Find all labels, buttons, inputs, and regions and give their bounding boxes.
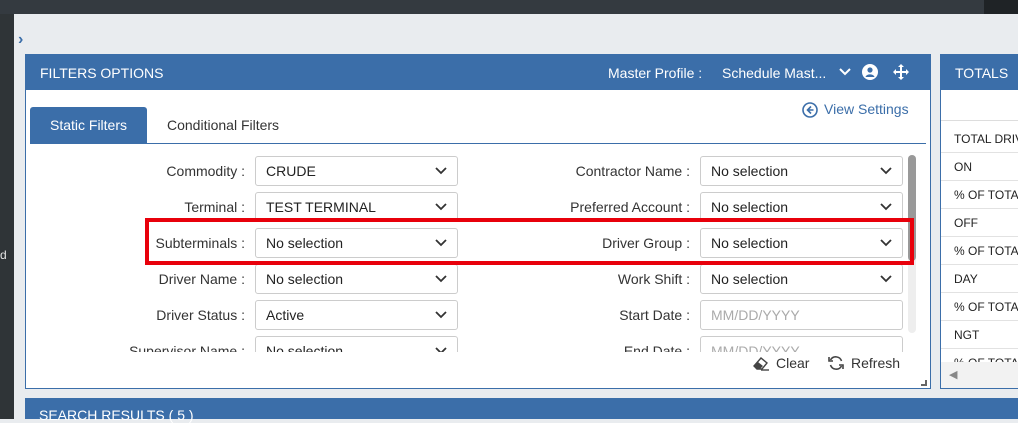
work-shift-label: Work Shift : xyxy=(617,271,690,287)
scroll-left-icon[interactable]: ◀ xyxy=(949,368,957,381)
end-date-input[interactable]: MM/DD/YYYY xyxy=(700,336,903,352)
search-results-title: SEARCH RESULTS ( 5 ) xyxy=(39,407,194,423)
chevron-down-icon xyxy=(435,311,447,319)
clear-label: Clear xyxy=(776,355,810,371)
top-bar xyxy=(0,0,1018,14)
end-date-label: End Date : xyxy=(623,343,690,352)
top-bar-right xyxy=(984,0,1018,14)
start-date-input[interactable]: MM/DD/YYYY xyxy=(700,300,903,330)
totals-row: % OF TOTAL xyxy=(941,237,1018,265)
master-profile-label: Master Profile : xyxy=(608,65,703,81)
chevron-down-icon xyxy=(880,167,892,175)
resize-handle-icon[interactable] xyxy=(921,380,927,386)
filters-panel-title: FILTERS OPTIONS xyxy=(40,65,164,81)
search-results-header[interactable]: SEARCH RESULTS ( 5 ) xyxy=(25,398,1018,423)
left-sidebar-strip: d xyxy=(0,14,14,419)
chevron-down-icon xyxy=(435,167,447,175)
view-settings-label: View Settings xyxy=(824,101,909,117)
chevron-down-icon xyxy=(435,347,447,352)
totals-row: % OF TOTAL xyxy=(941,293,1018,321)
contractor-name-select[interactable]: No selection xyxy=(700,156,903,186)
supervisor-name-label: Supervisor Name : xyxy=(129,343,245,352)
chevron-down-icon xyxy=(880,203,892,211)
refresh-label: Refresh xyxy=(851,355,901,371)
totals-column-header xyxy=(941,90,1018,121)
totals-panel: TOTALS TOTAL DRIVERS ON % OF TOTAL OFF %… xyxy=(940,54,1018,389)
master-profile-select[interactable]: Schedule Mast... xyxy=(722,65,832,81)
chevron-down-icon xyxy=(880,275,892,283)
user-profile-icon[interactable] xyxy=(862,64,878,80)
eraser-icon xyxy=(753,357,769,371)
totals-row: NGT xyxy=(941,321,1018,349)
totals-horizontal-scrollbar[interactable]: ◀ xyxy=(941,362,1018,388)
highlight-box xyxy=(145,218,914,265)
driver-name-label: Driver Name : xyxy=(158,271,245,287)
totals-row: OFF xyxy=(941,209,1018,237)
totals-title: TOTALS xyxy=(955,65,1009,81)
start-date-label: Start Date : xyxy=(619,307,690,323)
driver-status-label: Driver Status : xyxy=(156,307,245,323)
contractor-name-label: Contractor Name : xyxy=(575,163,690,179)
driver-name-select[interactable]: No selection xyxy=(255,264,458,294)
filters-panel-header: FILTERS OPTIONS Master Profile : Schedul… xyxy=(26,55,930,90)
totals-row: TOTAL DRIVERS xyxy=(941,125,1018,153)
commodity-select[interactable]: CRUDE xyxy=(255,156,458,186)
totals-row: ON xyxy=(941,153,1018,181)
driver-status-select[interactable]: Active xyxy=(255,300,458,330)
totals-row: DAY xyxy=(941,265,1018,293)
tab-static-filters[interactable]: Static Filters xyxy=(30,107,147,143)
arrow-circle-left-icon xyxy=(802,102,818,118)
totals-row: % OF TOTAL xyxy=(941,181,1018,209)
totals-panel-header: TOTALS xyxy=(941,55,1018,90)
refresh-icon xyxy=(828,356,844,370)
chevron-down-icon xyxy=(435,203,447,211)
tab-conditional-filters[interactable]: Conditional Filters xyxy=(149,107,297,143)
sidebar-partial-text: d xyxy=(0,248,7,262)
clear-button[interactable]: Clear xyxy=(752,355,809,371)
chevron-down-icon[interactable] xyxy=(838,64,852,80)
supervisor-name-select[interactable]: No selection xyxy=(255,336,458,352)
chevron-down-icon xyxy=(435,275,447,283)
view-settings-link[interactable]: View Settings xyxy=(802,101,909,118)
expand-chevron-icon[interactable]: › xyxy=(18,31,23,49)
refresh-button[interactable]: Refresh xyxy=(827,355,900,371)
work-shift-select[interactable]: No selection xyxy=(700,264,903,294)
move-icon[interactable] xyxy=(892,63,910,81)
commodity-label: Commodity : xyxy=(166,163,245,179)
